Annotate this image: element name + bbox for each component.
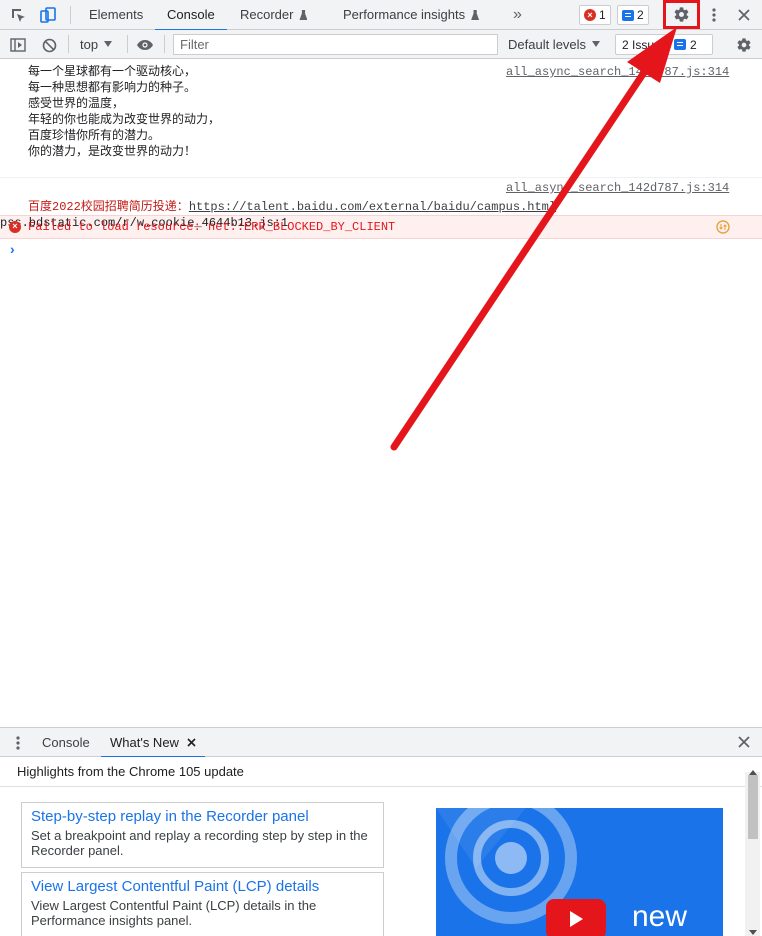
- message-line: 百度珍惜你所有的潜力。: [28, 129, 161, 143]
- feature-card-description: Set a breakpoint and replay a recording …: [31, 828, 368, 858]
- tab-label: Console: [167, 7, 215, 22]
- issues-label: 2 Issues:: [622, 37, 671, 52]
- update-video-thumbnail[interactable]: new: [436, 808, 723, 936]
- issues-count: 2: [690, 37, 697, 52]
- context-selector[interactable]: top: [80, 30, 113, 59]
- message-line: 每一种思想都有影响力的种子。: [28, 81, 197, 95]
- tab-label: What's New: [110, 735, 179, 750]
- source-link[interactable]: all_async_search_142d787.js:314: [506, 65, 729, 79]
- toolbar-divider: [70, 6, 71, 24]
- message-url-link[interactable]: https://talent.baidu.com/external/baidu/…: [189, 200, 556, 214]
- more-tabs-button[interactable]: »: [513, 0, 522, 30]
- experimental-flask-icon: [299, 10, 308, 20]
- message-line: 年轻的你也能成为改变世界的动力，: [28, 113, 221, 127]
- context-label: top: [80, 37, 99, 52]
- errors-count: 1: [599, 8, 606, 22]
- console-toolbar: top Default levels 2 Issues: 2: [0, 30, 762, 59]
- error-icon: ×: [584, 9, 596, 21]
- show-sidebar-icon[interactable]: [8, 35, 28, 55]
- scroll-down-arrow-icon[interactable]: [749, 923, 757, 936]
- console-message: all_async_search_142d787.js:314 百度2022校园…: [0, 178, 762, 214]
- settings-button[interactable]: [663, 0, 700, 29]
- feature-card-description: View Largest Contentful Paint (LCP) deta…: [31, 898, 317, 928]
- scrollbar-thumb[interactable]: [748, 775, 758, 839]
- youtube-play-icon[interactable]: [546, 899, 606, 936]
- live-expression-eye-icon[interactable]: [135, 35, 155, 55]
- experimental-flask-icon: [471, 10, 480, 20]
- errors-badge[interactable]: × 1: [579, 5, 611, 25]
- messages-count: 2: [637, 8, 644, 22]
- tab-label: Console: [42, 735, 90, 750]
- tab-label: Performance insights: [343, 7, 466, 22]
- device-toolbar-icon[interactable]: [38, 5, 58, 25]
- close-drawer-icon[interactable]: [738, 736, 750, 751]
- feature-card[interactable]: Step-by-step replay in the Recorder pane…: [21, 802, 384, 868]
- drawer-menu-icon[interactable]: [16, 736, 20, 753]
- video-caption: new: [632, 900, 688, 933]
- feature-card-title[interactable]: Step-by-step replay in the Recorder pane…: [31, 808, 374, 826]
- gear-icon: [674, 7, 689, 22]
- source-link[interactable]: all_async_search_142d787.js:314: [506, 181, 729, 195]
- console-message-text: 百度2022校园招聘简历投递：https://talent.baidu.com/…: [28, 197, 556, 214]
- tab-elements[interactable]: Elements: [89, 0, 143, 30]
- message-icon: [674, 39, 687, 50]
- console-messages: 每一个星球都有一个驱动核心， 每一种思想都有影响力的种子。 感受世界的温度， 年…: [0, 60, 762, 726]
- feature-card[interactable]: View Largest Contentful Paint (LCP) deta…: [21, 872, 384, 936]
- chevron-down-icon: [104, 41, 113, 47]
- inspect-element-icon[interactable]: [8, 5, 28, 25]
- network-request-icon[interactable]: [716, 220, 730, 238]
- tab-label: Recorder: [240, 7, 294, 22]
- close-tab-icon[interactable]: [187, 728, 196, 757]
- message-line: 感受世界的温度，: [28, 97, 125, 111]
- drawer-tab-whats-new[interactable]: What's New: [101, 728, 205, 758]
- clear-console-icon[interactable]: [39, 35, 59, 55]
- message-prefix: 百度2022校园招聘简历投递：: [28, 200, 189, 214]
- tab-performance-insights[interactable]: Performance insights: [343, 0, 480, 30]
- tab-console[interactable]: Console: [155, 0, 227, 31]
- toolbar-divider: [68, 35, 69, 53]
- message-line: 你的潜力，是改变世界的动力！: [28, 145, 197, 159]
- feature-card-title[interactable]: View Largest Contentful Paint (LCP) deta…: [31, 878, 374, 896]
- console-prompt[interactable]: ›: [10, 241, 15, 257]
- toolbar-divider: [164, 35, 165, 53]
- messages-badge[interactable]: 2: [617, 5, 649, 25]
- issues-button[interactable]: 2 Issues: 2: [615, 34, 713, 55]
- console-settings-gear-icon[interactable]: [734, 35, 754, 55]
- drawer-tab-console[interactable]: Console: [42, 728, 90, 757]
- message-icon: [622, 9, 634, 21]
- devtools-tab-bar: Elements Console Recorder Performance in…: [0, 0, 762, 31]
- toolbar-divider: [127, 35, 128, 53]
- drawer-tab-bar: Console What's New: [0, 727, 762, 758]
- scroll-up-arrow-icon[interactable]: [749, 763, 757, 778]
- whats-new-heading: Highlights from the Chrome 105 update: [0, 757, 762, 787]
- log-levels-dropdown[interactable]: Default levels: [508, 30, 601, 59]
- more-options-icon[interactable]: [704, 5, 724, 25]
- error-icon: ×: [9, 221, 21, 233]
- filter-input[interactable]: [173, 34, 498, 55]
- error-text: Failed to load resource: net::ERR_BLOCKE…: [28, 220, 396, 234]
- log-levels-label: Default levels: [508, 37, 587, 52]
- message-line: 每一个星球都有一个驱动核心，: [28, 65, 197, 79]
- tab-recorder[interactable]: Recorder: [240, 0, 308, 30]
- chevron-down-icon: [592, 41, 601, 47]
- close-icon[interactable]: [734, 5, 754, 25]
- more-tabs-glyph: »: [513, 6, 522, 23]
- tab-label: Elements: [89, 7, 144, 22]
- console-message-text: 每一个星球都有一个驱动核心， 每一种思想都有影响力的种子。 感受世界的温度， 年…: [28, 64, 220, 160]
- whats-new-panel: Highlights from the Chrome 105 update St…: [0, 757, 762, 936]
- console-error-row: × Failed to load resource: net::ERR_BLOC…: [0, 215, 762, 239]
- console-message: 每一个星球都有一个驱动核心， 每一种思想都有影响力的种子。 感受世界的温度， 年…: [0, 60, 762, 176]
